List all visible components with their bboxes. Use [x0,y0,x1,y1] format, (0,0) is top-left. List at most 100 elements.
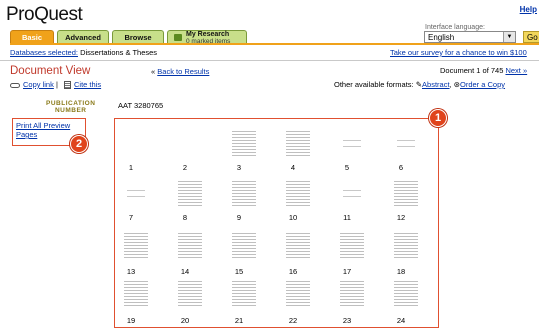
separator: | [55,80,58,89]
page-text-lines [178,279,202,307]
page-number: 12 [396,213,406,222]
page-title: Document View [10,65,91,77]
page-text-lines [124,129,148,157]
page-thumbnail[interactable] [121,227,151,263]
publication-label-line2: NUMBER [54,107,87,114]
page-thumbnail[interactable] [121,175,151,211]
page-text-lines [394,231,418,259]
proquest-logo: ProQuest [6,4,83,25]
page-thumbnail[interactable] [175,275,205,311]
interface-language-select[interactable]: English ▼ [424,31,516,43]
page-text-lines [178,129,202,157]
page-text-lines [286,279,310,307]
help-link[interactable]: Help [520,5,537,14]
page-number: 20 [180,316,190,325]
page-text-lines [286,231,310,259]
page-thumbnail[interactable] [337,275,367,311]
callout-badge-2: 2 [70,135,88,153]
page-text-lines [178,179,202,207]
page-text-lines [127,185,145,197]
page-text-lines [178,231,202,259]
back-arrows-icon: « [151,67,156,76]
page-text-lines [340,231,364,259]
interface-language-value: English [428,33,455,42]
page-thumbnail[interactable] [283,275,313,311]
page-number: 7 [128,213,134,222]
page-thumbnail[interactable] [229,125,259,161]
page-number: 3 [236,163,242,172]
tab-basic[interactable]: Basic [10,30,54,44]
abstract-link[interactable]: Abstract [422,80,450,89]
page-text-lines [343,185,361,197]
page-number: 8 [182,213,188,222]
page-thumbnail[interactable] [337,125,367,161]
page-text-lines [394,279,418,307]
publication-number-label: PUBLICATION NUMBER [46,100,95,114]
page-thumbnail[interactable] [175,227,205,263]
page-thumbnail[interactable] [283,125,313,161]
page-text-lines [232,231,256,259]
page-thumbnail[interactable] [391,227,421,263]
databases-selected: Databases selected: Dissertations & Thes… [10,48,157,57]
page-text-lines [232,129,256,157]
survey-link[interactable]: Take our survey for a chance to win $100 [390,48,527,57]
callout-badge-1: 1 [429,109,447,127]
page-text-lines [343,135,361,147]
page-thumbnail[interactable] [121,125,151,161]
copy-cite-row: Copy link | Cite this [10,80,101,90]
page-thumbnail[interactable] [229,175,259,211]
order-copy-link[interactable]: Order a Copy [460,80,505,89]
page-thumbnail[interactable] [391,175,421,211]
databases-selected-link[interactable]: Databases selected: [10,48,78,57]
copy-link[interactable]: Copy link [23,80,54,89]
other-formats: Other available formats: ✎Abstract, ⊛Ord… [334,80,506,89]
page-number: 10 [288,213,298,222]
cite-this-link[interactable]: Cite this [74,80,101,89]
page-thumbnail[interactable] [391,275,421,311]
page-thumbnail[interactable] [337,227,367,263]
page-text-lines [397,135,415,147]
tab-my-research-label: My Research [186,31,230,38]
page-text-lines [286,129,310,157]
back-to-results-link[interactable]: Back to Results [157,67,209,76]
link-icon [10,82,20,88]
page-number: 24 [396,316,406,325]
page-text-lines [340,279,364,307]
page-thumbnail[interactable] [175,125,205,161]
back-to-results[interactable]: « Back to Results [151,67,209,76]
page-number: 9 [236,213,242,222]
interface-language-label: Interface language: [425,24,485,31]
go-button[interactable]: Go [523,31,539,43]
tab-advanced[interactable]: Advanced [57,30,109,44]
page-thumbnail[interactable] [121,275,151,311]
databases-selected-value: Dissertations & Theses [80,48,158,57]
page-number: 11 [343,213,351,222]
page-thumbnail[interactable] [283,175,313,211]
document-counter: Document 1 of 745 Next » [440,66,527,75]
publication-number-value: AAT 3280765 [118,101,164,110]
divider [0,60,539,61]
page-number: 21 [234,316,244,325]
page-number: 19 [126,316,136,325]
tab-browse[interactable]: Browse [112,30,164,44]
preview-pages-grid: 1 2 3 4 5 6 7 8 9 10 11 12 13 14 15 16 17 18 19 20 21 22 23 24 [114,118,439,328]
print-all-preview-pages-link[interactable]: Print All Preview Pages [16,121,70,139]
page-number: 2 [182,163,188,172]
folder-icon [174,34,182,41]
page-thumbnail[interactable] [229,275,259,311]
page-number: 4 [290,163,296,172]
page-number: 6 [398,163,404,172]
page-text-lines [232,179,256,207]
page-thumbnail[interactable] [229,227,259,263]
page-thumbnail[interactable] [283,227,313,263]
publication-label-line1: PUBLICATION [46,100,96,107]
page-thumbnail[interactable] [175,175,205,211]
page-number: 22 [288,316,298,325]
page-thumbnail[interactable] [337,175,367,211]
page-number: 23 [342,316,352,325]
cite-icon [64,81,71,90]
tab-my-research[interactable]: My Research 0 marked items [167,30,247,45]
page-thumbnail[interactable] [391,125,421,161]
next-link[interactable]: Next » [505,66,527,75]
page-text-lines [286,179,310,207]
